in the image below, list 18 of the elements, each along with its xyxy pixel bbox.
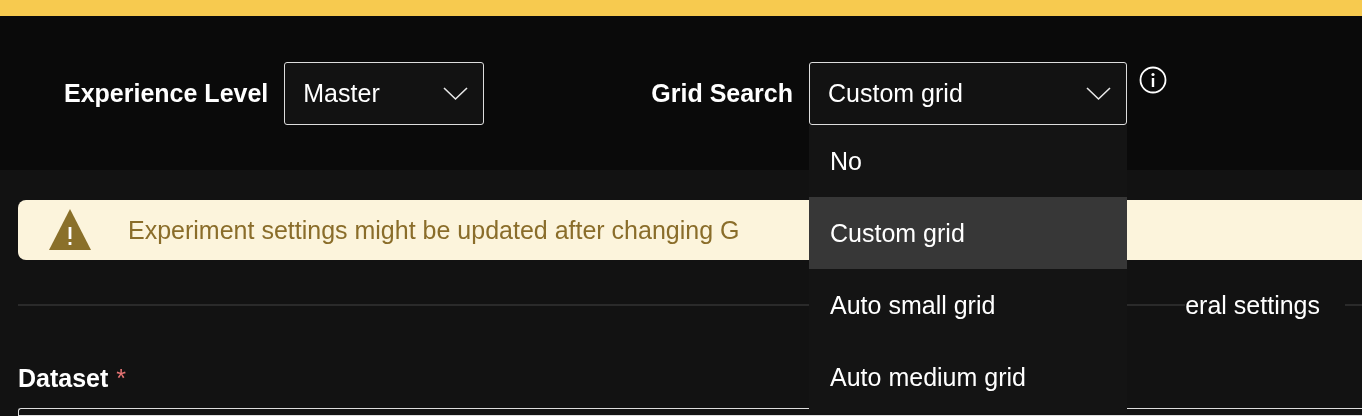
field-label: Experience Level — [64, 78, 269, 109]
select-dropdown[interactable]: Master — [284, 62, 485, 125]
field-label: Grid Search — [651, 78, 794, 109]
field-label: Dataset — [18, 364, 109, 392]
section-title: eral settings — [1185, 290, 1320, 320]
chevron-down-icon — [443, 86, 470, 101]
select-value: Custom grid — [828, 79, 963, 108]
select-dropdown[interactable]: Custom grid — [809, 62, 1128, 125]
chevron-down-icon — [1086, 86, 1113, 101]
warning-text: Experiment settings might be updated after changing G — [128, 215, 740, 245]
select-value: Master — [303, 79, 380, 108]
menu-option[interactable]: No — [809, 125, 1128, 197]
menu-option[interactable]: Auto small grid — [809, 269, 1128, 341]
menu-option[interactable]: Auto medium grid — [809, 341, 1128, 413]
warning-icon — [48, 208, 92, 252]
dataset-field[interactable] — [18, 408, 1362, 416]
required-asterisk: * — [116, 364, 127, 392]
menu-option[interactable]: Custom grid — [809, 197, 1128, 269]
